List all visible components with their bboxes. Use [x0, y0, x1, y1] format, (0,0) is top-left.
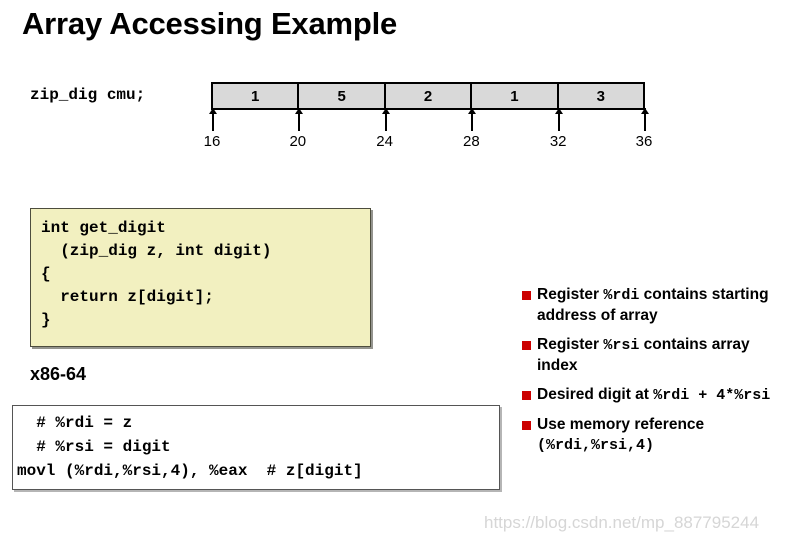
- assembly-code-box: # %rdi = z # %rsi = digit movl (%rdi,%rs…: [12, 405, 500, 490]
- tick-arrow-icon: [641, 108, 649, 114]
- watermark: https://blog.csdn.net/mp_887795244: [484, 513, 760, 532]
- prose-fragment: Use memory reference: [537, 416, 705, 433]
- tick-label: 16: [203, 133, 221, 150]
- array-cell: 1: [472, 84, 559, 108]
- code-fragment: %rdi: [603, 287, 640, 304]
- bullet-item: Register %rsi contains array index: [518, 335, 790, 376]
- bullet-text: Register %rsi contains array index: [537, 336, 750, 374]
- bullet-text: Use memory reference (%rdi,%rsi,4): [537, 416, 705, 454]
- code-fragment: %rsi: [603, 337, 640, 354]
- bullet-item: Use memory reference (%rdi,%rsi,4): [518, 415, 790, 456]
- bullet-square-icon: [522, 391, 531, 400]
- prose-fragment: Desired digit at: [537, 386, 654, 403]
- bullet-text: Desired digit at %rdi + 4*%rsi: [537, 386, 771, 404]
- bullet-item: Register %rdi contains starting address …: [518, 285, 790, 326]
- array-declaration-label: zip_dig cmu;: [30, 86, 146, 104]
- array-cell: 3: [596, 87, 605, 105]
- tick-arrow-icon: [381, 108, 390, 114]
- assembly-section-label: x86-64: [30, 364, 87, 384]
- prose-fragment: Register: [537, 286, 604, 303]
- page-title: Array Accessing Example: [22, 6, 398, 41]
- tick-label: 28: [463, 133, 480, 150]
- code-fragment: %rdi + 4*%rsi: [653, 387, 771, 404]
- tick-label: 36: [635, 133, 653, 150]
- assembly-code-text: # %rdi = z # %rsi = digit movl (%rdi,%rs…: [17, 414, 363, 480]
- bullet-text: Register %rdi contains starting address …: [537, 286, 769, 324]
- tick-label: 20: [289, 133, 307, 150]
- tick-label: 24: [376, 133, 393, 150]
- bullet-square-icon: [522, 341, 531, 350]
- bullet-item: Desired digit at %rdi + 4*%rsi: [518, 385, 790, 406]
- tick-arrow-icon: [468, 108, 477, 114]
- array-diagram: 15213 16 20 24 28 32 36: [204, 82, 652, 150]
- c-code-box: int get_digit (zip_dig z, int digit) { r…: [30, 208, 371, 347]
- tick-arrow-icon: [555, 108, 564, 114]
- c-code-text: int get_digit (zip_dig z, int digit) { r…: [41, 219, 272, 329]
- array-cell-row: 15213: [211, 82, 645, 110]
- prose-fragment: Register: [537, 336, 604, 353]
- code-fragment: (%rdi,%rsi,4): [537, 437, 655, 454]
- tick-label: 32: [549, 133, 567, 150]
- tick-arrow-icon: [209, 108, 217, 114]
- tick-arrow-icon: [294, 108, 303, 114]
- array-cell: 2: [386, 84, 473, 108]
- bullet-square-icon: [522, 291, 531, 300]
- bullet-list: Register %rdi contains starting address …: [518, 285, 790, 465]
- array-cell: 1: [213, 84, 300, 108]
- bullet-square-icon: [522, 421, 531, 430]
- array-cell: 5: [299, 84, 386, 108]
